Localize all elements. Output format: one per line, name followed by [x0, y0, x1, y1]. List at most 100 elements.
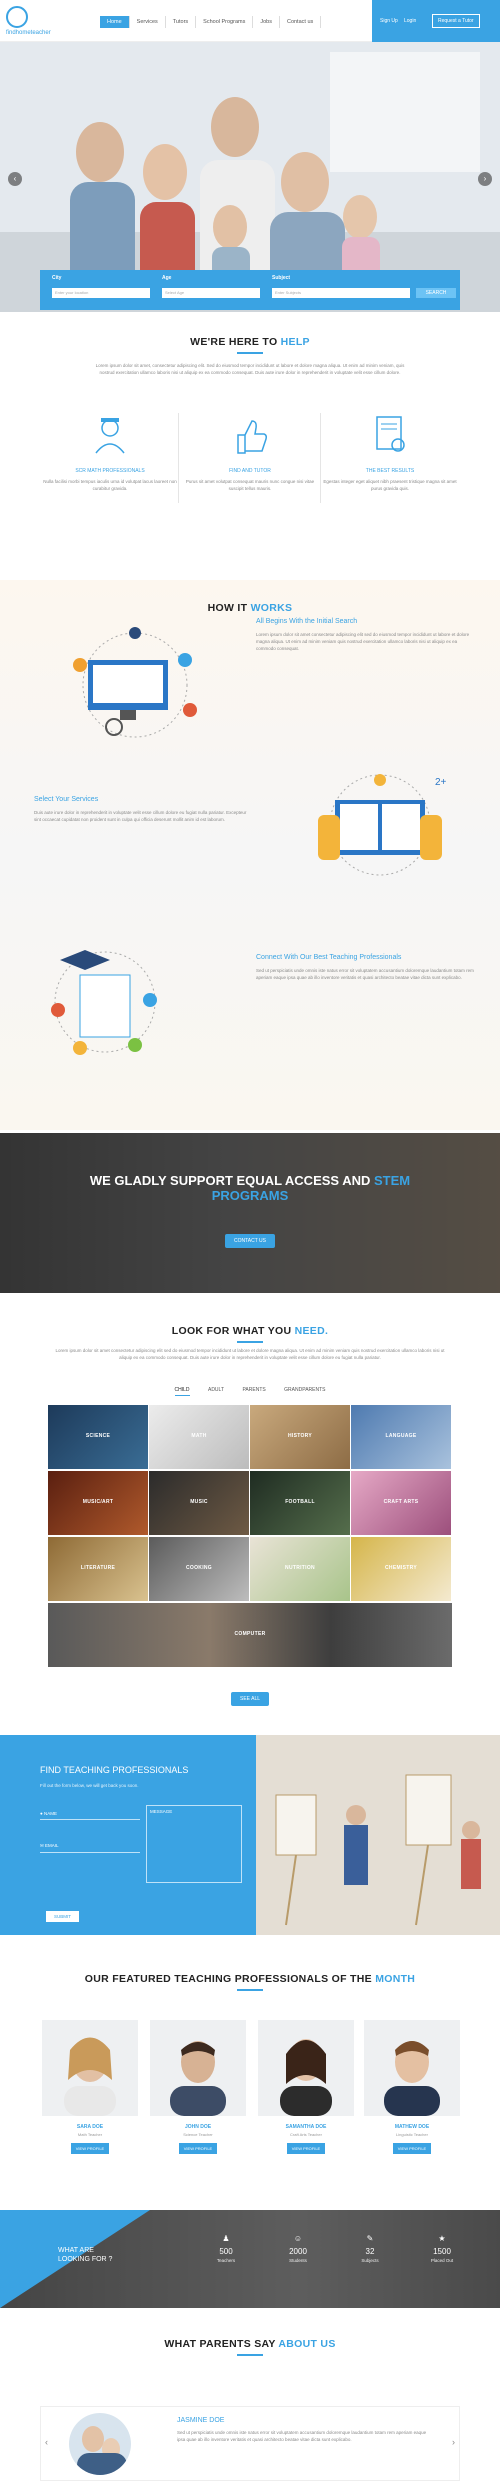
view-profile-button[interactable]: VIEW PROFILE — [286, 2143, 326, 2154]
site-header: findhometeacher Home Services Tutors Sch… — [0, 0, 500, 42]
tab-adult[interactable]: ADULT — [208, 1387, 224, 1395]
stat-number: 1500 — [433, 2247, 451, 2256]
logo-text: findhometeacher — [6, 30, 51, 36]
header-account-area: Sign Up Login Request a Tutor — [372, 0, 500, 42]
tile-label: HISTORY — [287, 1433, 313, 1439]
look-divider — [237, 1341, 263, 1343]
pro-name: SAMANTHA DOE — [285, 2124, 327, 2130]
testimonial-next-icon[interactable]: › — [452, 2437, 455, 2447]
name-label: NAME — [43, 1811, 57, 1816]
subject-tile[interactable]: HISTORY — [250, 1405, 350, 1469]
stat-placed: ★ 1500 Placed Out — [412, 2234, 472, 2263]
find-subtitle: Fill out the form below, we will get bac… — [40, 1783, 139, 1788]
pro-photo — [364, 2020, 460, 2116]
nav-home[interactable]: Home — [100, 16, 130, 28]
nav-services[interactable]: Services — [130, 16, 166, 28]
pro-card: MATHEW DOE Linguistic Teacher VIEW PROFI… — [364, 2020, 460, 2155]
thumbs-up-icon — [237, 420, 267, 454]
help-section: WE'RE HERE TO HELP Lorem ipsum dolor sit… — [0, 318, 500, 558]
help-intro: Lorem ipsum dolor sit amet, consectetur … — [95, 363, 405, 375]
subject-tile[interactable]: MATH — [149, 1405, 249, 1469]
svg-text:2+: 2+ — [435, 777, 447, 788]
tile-label: COOKING — [186, 1565, 212, 1571]
tile-label: MUSIC/ART — [82, 1499, 114, 1505]
stat-label: Teachers — [216, 2258, 236, 2263]
looking-b: LOOKING FOR ? — [58, 2256, 113, 2263]
subject-tile-wide[interactable]: COMPUTER — [48, 1603, 452, 1667]
search-button[interactable]: SEARCH — [416, 288, 456, 298]
tile-label: FOOTBALL — [285, 1499, 315, 1505]
pro-photo — [150, 2020, 246, 2116]
tab-parents[interactable]: PARENTS — [242, 1387, 265, 1395]
view-profile-button[interactable]: VIEW PROFILE — [70, 2143, 110, 2154]
sign-up-link[interactable]: Sign Up — [380, 18, 398, 24]
message-label: MESSAGE — [150, 1809, 173, 1814]
tile-label: COMPUTER — [234, 1631, 266, 1637]
tile-label: NUTRITION — [285, 1565, 315, 1571]
nav-jobs[interactable]: Jobs — [253, 16, 280, 28]
subject-tile[interactable]: FOOTBALL — [250, 1471, 350, 1535]
help-title-b: HELP — [280, 336, 310, 348]
city-input[interactable]: Enter your location — [52, 288, 150, 298]
tile-label: LANGUAGE — [385, 1433, 417, 1439]
step-2: Select Your Services Duis aute irure dol… — [34, 796, 254, 823]
featured-title-b: MONTH — [375, 1973, 416, 1985]
tile-label: CHEMISTRY — [385, 1565, 417, 1571]
site-logo[interactable]: findhometeacher — [6, 6, 76, 38]
tutor-search-bar: City Enter your location Age Select Age … — [40, 270, 460, 310]
hero-next-arrow-icon[interactable]: › — [478, 172, 492, 186]
tab-grandparents[interactable]: GRANDPARENTS — [284, 1387, 325, 1395]
parents-title: WHAT PARENTS SAY ABOUT US — [0, 2338, 500, 2350]
nav-school-programs[interactable]: School Programs — [196, 16, 254, 28]
teacher-icon — [95, 418, 125, 454]
step-1-text: Lorem ipsum dolor sit amet consectetur a… — [256, 632, 470, 651]
testimonial-prev-icon[interactable]: ‹ — [45, 2437, 48, 2447]
subject-tile[interactable]: CHEMISTRY — [351, 1537, 451, 1601]
subject-tile[interactable]: LITERATURE — [48, 1537, 148, 1601]
see-all-button[interactable]: SEE ALL — [230, 1692, 269, 1706]
view-profile-button[interactable]: VIEW PROFILE — [392, 2143, 432, 2154]
stem-title-a: WE GLADLY SUPPORT EQUAL ACCESS AND — [89, 1173, 371, 1188]
stat-teachers: ♟ 500 Teachers — [196, 2234, 256, 2263]
logo-mark-icon — [6, 6, 28, 28]
subject-tile[interactable]: COOKING — [149, 1537, 249, 1601]
subject-tile[interactable]: NUTRITION — [250, 1537, 350, 1601]
login-link[interactable]: Login — [404, 18, 416, 24]
subject-tile[interactable]: LANGUAGE — [351, 1405, 451, 1469]
name-field[interactable]: ● NAME — [40, 1811, 140, 1820]
pro-card: SAMANTHA DOE Craft Arts Teacher VIEW PRO… — [258, 2020, 354, 2155]
parent-avatar — [69, 2413, 131, 2475]
subject-tile[interactable]: MUSIC/ART — [48, 1471, 148, 1535]
contact-us-button[interactable]: CONTACT US — [224, 1234, 276, 1248]
looking-a: WHAT ARE — [58, 2247, 94, 2254]
stat-subjects: ✎ 32 Subjects — [340, 2234, 400, 2263]
subjects-icon: ✎ — [366, 2234, 374, 2243]
tab-child[interactable]: CHILD — [174, 1387, 190, 1396]
step-1: All Begins With the Initial Search Lorem… — [256, 618, 476, 652]
tile-label: MUSIC — [190, 1499, 208, 1505]
submit-button[interactable]: SUBMIT — [46, 1911, 80, 1922]
subject-tile[interactable]: CRAFT ARTS — [351, 1471, 451, 1535]
stat-label: Placed Out — [430, 2258, 454, 2263]
subject-tile[interactable]: SCIENCE — [48, 1405, 148, 1469]
pro-name: MATHEW DOE — [394, 2124, 430, 2130]
feature-1: SCR MATH PROFESSIONALS Nulla facilisi mo… — [40, 413, 180, 492]
view-profile-button[interactable]: VIEW PROFILE — [178, 2143, 218, 2154]
age-select[interactable]: Select Age — [162, 288, 260, 298]
subject-tile[interactable]: MUSIC — [149, 1471, 249, 1535]
hero-prev-arrow-icon[interactable]: ‹ — [8, 172, 22, 186]
look-title: LOOK FOR WHAT YOU NEED. — [0, 1325, 500, 1337]
email-field[interactable]: ✉ EMAIL — [40, 1843, 140, 1853]
pro-role: Linguistic Teacher — [396, 2132, 428, 2137]
feature-1-text: Nulla facilisi morbi tempus iaculis urna… — [43, 479, 177, 491]
nav-contact[interactable]: Contact us — [280, 16, 322, 28]
message-field[interactable]: MESSAGE — [146, 1805, 242, 1883]
pro-photo — [258, 2020, 354, 2116]
request-tutor-button[interactable]: Request a Tutor — [432, 14, 480, 28]
nav-tutors[interactable]: Tutors — [166, 16, 197, 28]
subject-input[interactable]: Enter Subjects — [272, 288, 410, 298]
pro-name: SARA DOE — [76, 2124, 104, 2130]
feature-1-title: SCR MATH PROFESSIONALS — [75, 468, 145, 474]
step-2-text: Duis aute irure dolor in reprehenderit i… — [34, 810, 247, 822]
tile-label: LITERATURE — [80, 1565, 116, 1571]
